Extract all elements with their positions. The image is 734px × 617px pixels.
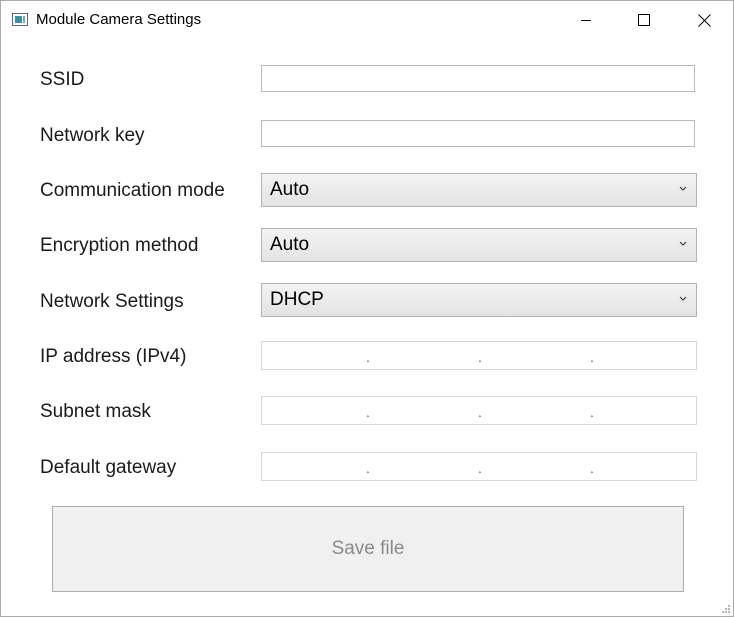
default-gateway-input[interactable]: . . . [261, 452, 697, 481]
ip-separator: . [478, 404, 482, 420]
encryption-method-select[interactable]: Auto [261, 228, 697, 262]
close-icon [697, 13, 711, 27]
minimize-button[interactable] [557, 1, 615, 39]
ip-separator: . [366, 349, 370, 365]
save-file-label: Save file [331, 538, 405, 559]
communication-mode-value: Auto [270, 179, 310, 200]
chevron-down-icon [679, 241, 687, 246]
ip-address-input[interactable]: . . . [261, 341, 697, 370]
ssid-label: SSID [40, 69, 85, 90]
ip-separator: . [590, 460, 594, 476]
save-file-button[interactable]: Save file [52, 506, 684, 592]
ssid-input[interactable] [261, 65, 695, 92]
minimize-icon [581, 20, 591, 21]
maximize-button[interactable] [615, 1, 673, 39]
ip-address-label: IP address (IPv4) [40, 346, 187, 367]
communication-mode-select[interactable]: Auto [261, 173, 697, 207]
network-settings-label: Network Settings [40, 291, 184, 312]
maximize-icon [638, 14, 650, 26]
default-gateway-label: Default gateway [40, 457, 177, 478]
ip-separator: . [478, 460, 482, 476]
title-bar[interactable]: Module Camera Settings [1, 1, 733, 39]
communication-mode-label: Communication mode [40, 180, 225, 201]
window-title: Module Camera Settings [36, 11, 202, 28]
close-button[interactable] [675, 1, 733, 39]
ip-separator: . [478, 349, 482, 365]
ip-separator: . [590, 404, 594, 420]
network-key-input[interactable] [261, 120, 695, 147]
subnet-mask-label: Subnet mask [40, 401, 151, 422]
ip-separator: . [590, 349, 594, 365]
resize-grip-icon[interactable] [719, 602, 731, 614]
network-settings-select[interactable]: DHCP [261, 283, 697, 317]
subnet-mask-input[interactable]: . . . [261, 396, 697, 425]
encryption-method-value: Auto [270, 234, 310, 255]
ip-separator: . [366, 404, 370, 420]
chevron-down-icon [679, 296, 687, 301]
network-settings-value: DHCP [270, 289, 324, 310]
ip-separator: . [366, 460, 370, 476]
encryption-method-label: Encryption method [40, 235, 199, 256]
network-key-label: Network key [40, 125, 145, 146]
settings-window: Module Camera Settings SSID Network key … [0, 0, 734, 617]
chevron-down-icon [679, 186, 687, 191]
app-window-icon [12, 13, 28, 26]
